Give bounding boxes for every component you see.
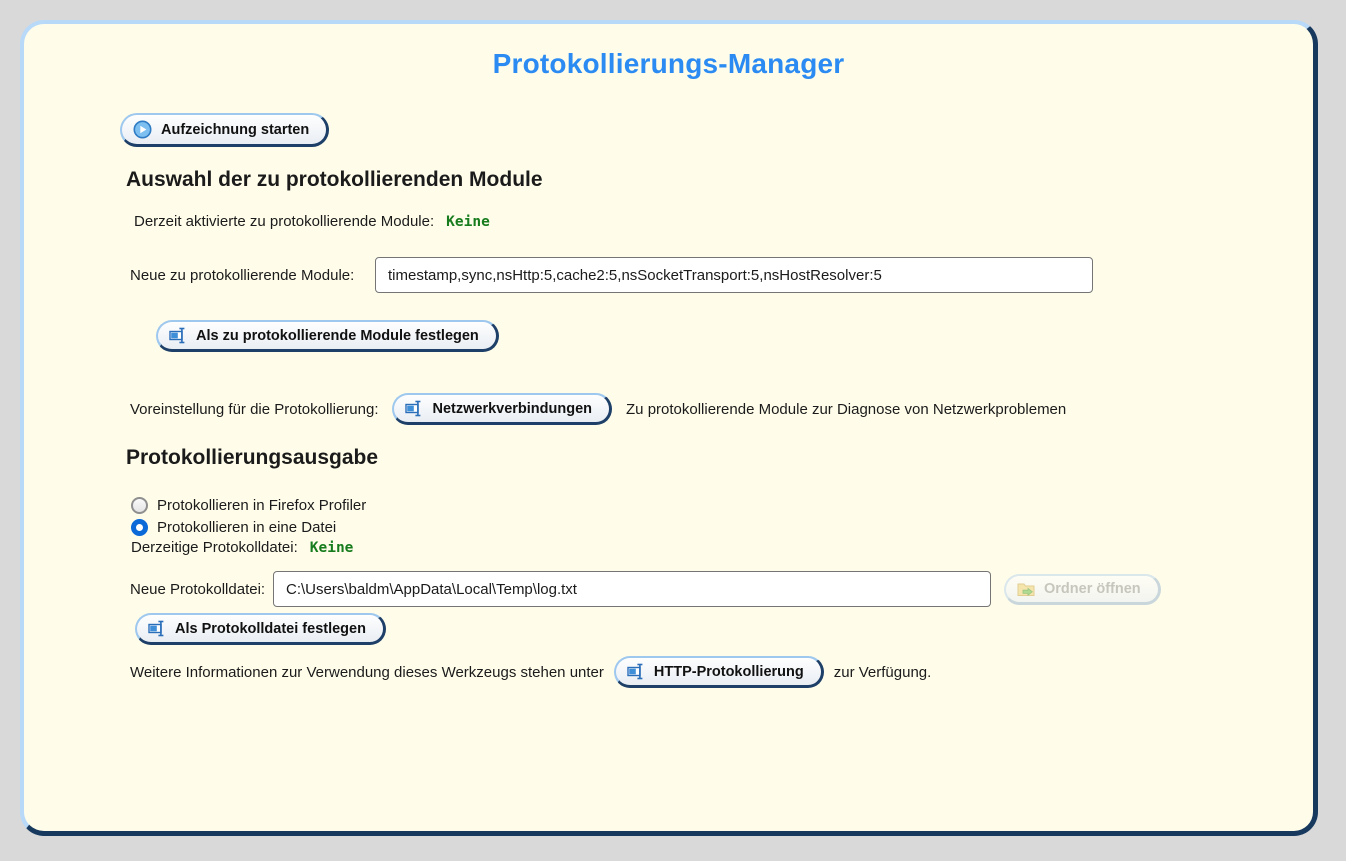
- http-logging-label: HTTP-Protokollierung: [653, 663, 804, 680]
- info-suffix: zur Verfügung.: [833, 663, 932, 681]
- start-recording-button[interactable]: Aufzeichnung starten: [120, 113, 330, 147]
- folder-open-icon: [1017, 581, 1035, 597]
- set-logfile-button[interactable]: Als Protokolldatei festlegen: [135, 613, 386, 645]
- preset-network-label: Netzwerkverbindungen: [432, 400, 593, 417]
- start-recording-label: Aufzeichnung starten: [161, 121, 310, 138]
- play-icon: [133, 120, 152, 139]
- radio-profiler-label: Protokollieren in Firefox Profiler: [157, 496, 367, 514]
- modules-section-heading: Auswahl der zu protokollierenden Module: [126, 168, 543, 191]
- set-logfile-label: Als Protokolldatei festlegen: [175, 620, 366, 637]
- open-folder-label: Ordner öffnen: [1044, 580, 1141, 597]
- new-modules-label: Neue zu protokollierende Module:: [130, 266, 355, 284]
- radio-file-icon[interactable]: [131, 518, 148, 536]
- new-modules-input[interactable]: [375, 257, 1093, 293]
- footer-info-line: Weitere Informationen zur Verwendung die…: [130, 656, 1313, 688]
- current-logfile-value: Keine: [309, 540, 354, 556]
- current-modules-line: Derzeit aktivierte zu protokollierende M…: [134, 212, 1313, 232]
- set-value-icon: [169, 327, 187, 344]
- new-logfile-input[interactable]: [273, 571, 991, 607]
- set-modules-label: Als zu protokollierende Module festlegen: [196, 327, 479, 344]
- preset-network-button[interactable]: Netzwerkverbindungen: [392, 393, 613, 425]
- output-section-heading: Protokollierungsausgabe: [126, 446, 379, 469]
- page-title: Protokollierungs-Manager: [492, 48, 845, 79]
- radio-option-profiler[interactable]: Protokollieren in Firefox Profiler: [131, 494, 1313, 516]
- current-modules-value: Keine: [446, 214, 490, 230]
- current-logfile-line: Derzeitige Protokolldatei: Keine: [131, 538, 1313, 558]
- preset-label: Voreinstellung für die Protokollierung:: [130, 400, 379, 418]
- info-prefix: Weitere Informationen zur Verwendung die…: [130, 663, 604, 681]
- open-folder-button[interactable]: Ordner öffnen: [1004, 573, 1161, 605]
- current-modules-label: Derzeit aktivierte zu protokollierende M…: [134, 213, 435, 230]
- radio-profiler-icon[interactable]: [131, 496, 148, 514]
- radio-option-file[interactable]: Protokollieren in eine Datei: [131, 516, 1313, 538]
- set-value-icon: [405, 400, 423, 417]
- set-modules-button[interactable]: Als zu protokollierende Module festlegen: [156, 320, 499, 352]
- radio-file-label: Protokollieren in eine Datei: [157, 518, 337, 536]
- set-value-icon: [148, 620, 166, 637]
- logging-manager-card: Protokollierungs-Manager Aufzeichnung st…: [20, 20, 1318, 836]
- preset-description: Zu protokollierende Module zur Diagnose …: [626, 400, 1067, 418]
- new-logfile-label: Neue Protokolldatei:: [130, 580, 266, 598]
- current-logfile-label: Derzeitige Protokolldatei:: [131, 539, 298, 556]
- set-value-icon: [627, 663, 645, 680]
- http-logging-button[interactable]: HTTP-Protokollierung: [613, 656, 824, 688]
